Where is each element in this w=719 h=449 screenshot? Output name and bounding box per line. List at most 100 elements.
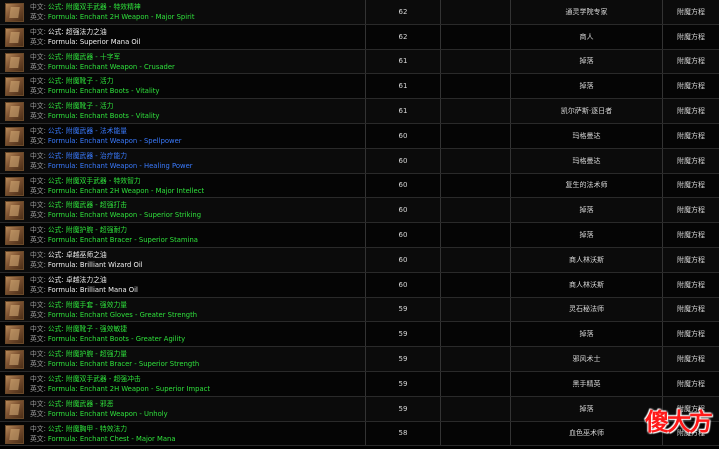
cn-name[interactable]: 公式: 附魔双手武器 - 超强冲击 (48, 375, 141, 383)
cn-name[interactable]: 公式: 附魔靴子 - 活力 (48, 102, 114, 110)
formula-scroll-icon[interactable] (5, 424, 24, 444)
en-prefix: 英文: (30, 236, 46, 245)
table-row[interactable]: 中文: 公式: 附魔胸甲 - 特效法力 英文: Formula: Enchant C… (0, 421, 719, 447)
formula-scroll-icon[interactable] (5, 52, 24, 72)
table-row[interactable]: 中文: 公式: 附魔双手武器 - 特效精神 英文: Formula: Enchant… (0, 0, 719, 25)
level-cell: 60 (365, 123, 440, 148)
cn-name[interactable]: 公式: 附魔手套 - 强效力量 (48, 301, 127, 309)
cn-name[interactable]: 公式: 附魔武器 - 邪恶 (48, 400, 114, 408)
formula-scroll-icon[interactable] (5, 325, 24, 345)
en-name[interactable]: Formula: Enchant Weapon - Unholy (48, 410, 168, 418)
table-row[interactable]: 中文: 公式: 卓越法力之油 英文: Formula: Brilliant Mana… (0, 272, 719, 298)
en-name[interactable]: Formula: Enchant 2H Weapon - Major Spiri… (48, 13, 195, 21)
name-cell: 中文: 公式: 附魔武器 - 超强打击 英文: Formula: Enchant W… (0, 198, 365, 222)
en-prefix: 英文: (30, 62, 46, 71)
cn-name[interactable]: 公式: 附魔武器 - 超强打击 (48, 201, 127, 209)
table-row[interactable]: 中文: 公式: 附魔武器 - 超强打击 英文: Formula: Enchant W… (0, 198, 719, 224)
table-row[interactable]: 中文: 公式: 附魔靴子 - 活力 英文: Formula: Enchant Boo… (0, 74, 719, 100)
cn-line: 中文: 公式: 附魔武器 - 法术能量 (30, 127, 127, 136)
type-value: 附魔方程 (677, 156, 705, 165)
en-name[interactable]: Formula: Enchant Gloves - Greater Streng… (48, 311, 197, 319)
cn-prefix: 中文: (30, 126, 46, 135)
en-name[interactable]: Formula: Superior Mana Oil (48, 38, 141, 46)
en-name[interactable]: Formula: Enchant Boots - Greater Agility (48, 335, 185, 343)
en-name[interactable]: Formula: Enchant Weapon - Healing Power (48, 162, 193, 170)
formula-scroll-icon[interactable] (5, 374, 24, 394)
formula-scroll-icon[interactable] (5, 151, 24, 171)
en-name[interactable]: Formula: Enchant Weapon - Crusader (48, 63, 175, 71)
cn-name[interactable]: 公式: 卓越巫师之油 (48, 251, 107, 259)
cn-name[interactable]: 公式: 附魔武器 - 治疗能力 (48, 152, 127, 160)
formula-scroll-icon[interactable] (5, 275, 24, 295)
cn-name[interactable]: 公式: 附魔护腕 - 超强耐力 (48, 226, 127, 234)
formula-scroll-icon[interactable] (5, 201, 24, 221)
cn-name[interactable]: 公式: 附魔靴子 - 活力 (48, 77, 114, 85)
en-prefix: 英文: (30, 260, 46, 269)
type-cell: 附魔方程 (662, 347, 719, 371)
formula-scroll-icon[interactable] (5, 300, 24, 320)
table-row[interactable]: 中文: 公式: 附魔靴子 - 强效敏捷 英文: Formula: Enchant B… (0, 322, 719, 348)
table-row[interactable]: 中文: 公式: 附魔双手武器 - 特效智力 英文: Formula: Enchant… (0, 173, 719, 199)
cn-name[interactable]: 公式: 附魔胸甲 - 特效法力 (48, 425, 127, 433)
en-name[interactable]: Formula: Brilliant Wizard Oil (48, 261, 143, 269)
level-cell: 62 (365, 24, 440, 49)
en-name[interactable]: Formula: Enchant Chest - Major Mana (48, 435, 176, 443)
cn-name[interactable]: 公式: 超强法力之油 (48, 28, 107, 36)
table-row[interactable]: 中文: 公式: 附魔武器 - 十字军 英文: Formula: Enchant We… (0, 49, 719, 75)
cn-name[interactable]: 公式: 附魔护腕 - 超强力量 (48, 350, 127, 358)
en-name[interactable]: Formula: Brilliant Mana Oil (48, 286, 138, 294)
formula-scroll-icon[interactable] (5, 126, 24, 146)
formula-scroll-icon[interactable] (5, 250, 24, 270)
level-cell: 59 (365, 322, 440, 347)
formula-scroll-icon[interactable] (5, 350, 24, 370)
table-row[interactable]: 中文: 公式: 附魔护腕 - 超强耐力 英文: Formula: Enchant B… (0, 223, 719, 248)
empty-cell (440, 173, 510, 198)
table-row[interactable]: 中文: 公式: 附魔武器 - 法术能量 英文: Formula: Enchant W… (0, 123, 719, 149)
type-cell: 附魔方程 (662, 24, 719, 49)
type-value: 附魔方程 (677, 206, 705, 215)
en-name[interactable]: Formula: Enchant 2H Weapon - Major Intel… (48, 187, 204, 195)
type-value: 附魔方程 (677, 231, 705, 240)
level-value: 59 (398, 379, 408, 388)
table-row[interactable]: 中文: 公式: 附魔武器 - 治疗能力 英文: Formula: Enchant W… (0, 148, 719, 174)
cn-name[interactable]: 公式: 附魔武器 - 十字军 (48, 53, 120, 61)
en-name[interactable]: Formula: Enchant Weapon - Superior Strik… (48, 211, 201, 219)
name-cell: 中文: 公式: 附魔武器 - 法术能量 英文: Formula: Enchant W… (0, 124, 365, 148)
cn-name[interactable]: 公式: 卓越法力之油 (48, 276, 107, 284)
name-cell: 中文: 公式: 附魔武器 - 十字军 英文: Formula: Enchant We… (0, 50, 365, 74)
formula-scroll-icon[interactable] (5, 27, 24, 47)
cn-name[interactable]: 公式: 附魔双手武器 - 特效精神 (48, 3, 141, 11)
table-row[interactable]: 中文: 公式: 附魔靴子 - 活力 英文: Formula: Enchant Boo… (0, 99, 719, 124)
cn-name[interactable]: 公式: 附魔武器 - 法术能量 (48, 127, 127, 135)
table-row[interactable]: 中文: 公式: 附魔武器 - 邪恶 英文: Formula: Enchant Wea… (0, 396, 719, 422)
formula-scroll-icon[interactable] (5, 176, 24, 196)
en-name[interactable]: Formula: Enchant Boots - Vitality (48, 87, 160, 95)
en-name[interactable]: Formula: Enchant 2H Weapon - Superior Im… (48, 385, 210, 393)
recipe-table: 中文: 公式: 附魔双手武器 - 特效精神 英文: Formula: Enchant… (0, 0, 719, 447)
table-row[interactable]: 中文: 公式: 附魔双手武器 - 超强冲击 英文: Formula: Enchant… (0, 371, 719, 397)
en-name[interactable]: Formula: Enchant Boots - Vitality (48, 112, 160, 120)
type-value: 附魔方程 (677, 255, 705, 264)
en-prefix: 英文: (30, 37, 46, 46)
formula-scroll-icon[interactable] (5, 77, 24, 97)
formula-scroll-icon[interactable] (5, 3, 24, 22)
level-cell: 60 (365, 223, 440, 247)
empty-cell (440, 74, 510, 99)
formula-scroll-icon[interactable] (5, 102, 24, 122)
en-name[interactable]: Formula: Enchant Bracer - Superior Stren… (48, 360, 199, 368)
table-row[interactable]: 中文: 公式: 卓越巫师之油 英文: Formula: Brilliant Wiza… (0, 247, 719, 273)
en-name[interactable]: Formula: Enchant Weapon - Spellpower (48, 137, 182, 145)
cn-name[interactable]: 公式: 附魔靴子 - 强效敏捷 (48, 325, 127, 333)
level-cell: 61 (365, 99, 440, 123)
formula-scroll-icon[interactable] (5, 399, 24, 419)
en-line: 英文: Formula: Enchant 2H Weapon - Superior… (30, 385, 210, 394)
table-row[interactable]: 中文: 公式: 附魔护腕 - 超强力量 英文: Formula: Enchant B… (0, 347, 719, 372)
table-row[interactable]: 中文: 公式: 附魔手套 - 强效力量 英文: Formula: Enchant G… (0, 297, 719, 323)
cn-name[interactable]: 公式: 附魔双手武器 - 特效智力 (48, 177, 141, 185)
formula-scroll-icon[interactable] (5, 226, 24, 246)
en-prefix: 英文: (30, 335, 46, 344)
en-name[interactable]: Formula: Enchant Bracer - Superior Stami… (48, 236, 198, 244)
level-cell: 59 (365, 297, 440, 322)
en-prefix: 英文: (30, 186, 46, 195)
table-row[interactable]: 中文: 公式: 超强法力之油 英文: Formula: Superior Mana … (0, 24, 719, 50)
